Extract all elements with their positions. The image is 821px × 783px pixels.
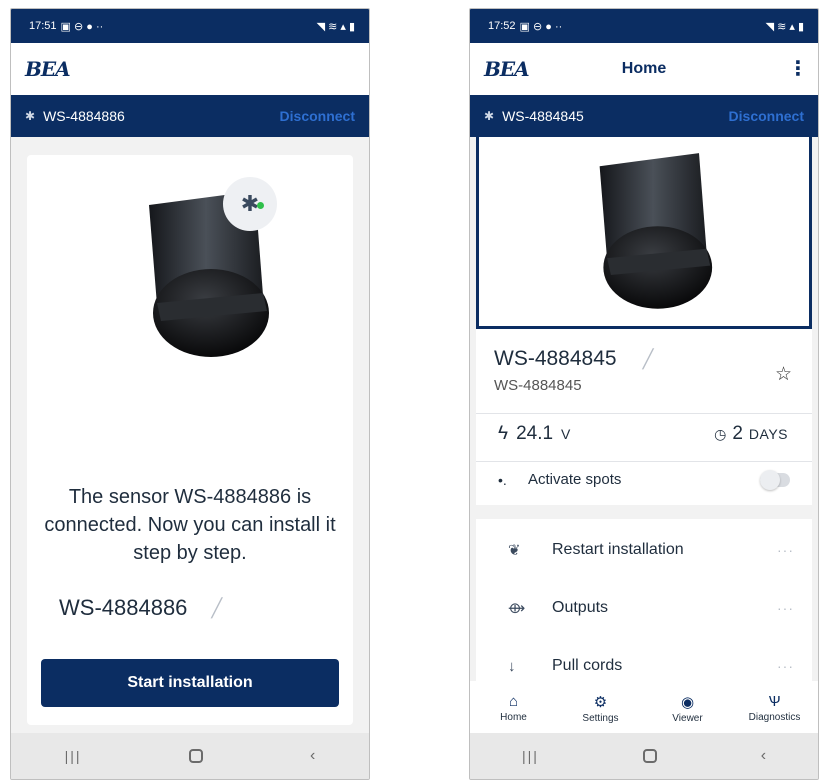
sensor-name-row: WS-4884886 ╱ bbox=[59, 595, 222, 621]
device-id: WS-4884845 bbox=[494, 377, 582, 394]
home-nav-button[interactable] bbox=[642, 749, 657, 763]
device-info-card: WS-4884845 ╱ WS-4884845 ☆ ϟ 24.1 V ◷ 2 D… bbox=[476, 329, 812, 505]
outputs-icon: ⟴ bbox=[508, 600, 526, 617]
activate-spots-label: Activate spots bbox=[528, 471, 622, 488]
menu-list: ❦ Restart installation ··· ⟴ Outputs ···… bbox=[476, 519, 812, 697]
recents-button[interactable]: ||| bbox=[65, 748, 82, 764]
bottom-tab-bar: ⌂ Home ⚙ Settings ◉ Viewer Ѱ Diagnostics bbox=[470, 681, 818, 735]
connection-bar: ✱ WS-4884886 Disconnect bbox=[11, 95, 369, 137]
bluetooth-status-badge: ✱ bbox=[223, 177, 277, 231]
android-nav-bar: ||| ‹ bbox=[470, 733, 818, 779]
status-bar: 17:51 ▣ ⊖ ● ·· ◥ ≋ ▴ ▮ bbox=[11, 9, 369, 43]
activate-spots-row: •. Activate spots bbox=[498, 469, 790, 490]
right-phone-screen: 17:52 ▣ ⊖ ● ·· ◥ ≋ ▴ ▮ BEA Home ⋮ ✱ WS-4… bbox=[469, 8, 819, 780]
spots-icon: •. bbox=[498, 471, 507, 488]
system-indicator-icons: ◥ ≋ ▴ ▮ bbox=[316, 20, 355, 33]
sensor-image bbox=[599, 153, 713, 309]
connected-device-id: WS-4884845 bbox=[502, 108, 584, 124]
app-bar: BEA bbox=[11, 43, 369, 95]
disconnect-button[interactable]: Disconnect bbox=[729, 108, 804, 124]
voltage-value: 24.1 bbox=[516, 423, 554, 444]
app-bar: BEA Home ⋮ bbox=[470, 43, 818, 95]
sensor-name: WS-4884886 bbox=[59, 595, 188, 620]
edit-name-icon[interactable]: ╱ bbox=[211, 598, 222, 619]
voltage-unit: V bbox=[561, 426, 571, 442]
edit-name-icon[interactable]: ╱ bbox=[643, 349, 654, 370]
gear-icon: ⚙ bbox=[593, 693, 608, 711]
home-icon: ⌂ bbox=[508, 693, 519, 710]
menu-item-outputs[interactable]: ⟴ Outputs ··· bbox=[476, 579, 812, 637]
menu-item-label: Restart installation bbox=[552, 541, 684, 558]
menu-item-label: Pull cords bbox=[552, 657, 623, 674]
connection-message: The sensor WS-4884886 is connected. Now … bbox=[44, 486, 336, 564]
device-hero bbox=[476, 137, 812, 329]
recents-button[interactable]: ||| bbox=[522, 748, 539, 764]
bea-logo: BEA bbox=[25, 57, 71, 81]
device-name-row: WS-4884845 ╱ bbox=[494, 347, 653, 371]
uptime-value: 2 bbox=[732, 423, 743, 444]
menu-item-restart-installation[interactable]: ❦ Restart installation ··· bbox=[476, 521, 812, 579]
tab-settings[interactable]: ⚙ Settings bbox=[557, 681, 644, 735]
power-icon: ϟ bbox=[498, 423, 509, 444]
page-title: Home bbox=[621, 60, 667, 77]
home-nav-button[interactable] bbox=[188, 749, 203, 763]
voltage-stat: ϟ 24.1 V bbox=[498, 423, 570, 445]
connected-device-id: WS-4884886 bbox=[43, 108, 125, 124]
favorite-star-icon[interactable]: ☆ bbox=[775, 363, 792, 386]
bluetooth-icon: ✱ bbox=[25, 109, 36, 123]
uptime-stat: ◷ 2 DAYS bbox=[714, 423, 788, 445]
connected-dot bbox=[257, 202, 264, 209]
status-time: 17:52 bbox=[488, 20, 516, 32]
tab-label: Settings bbox=[582, 712, 619, 724]
pull-cord-icon: ↓ bbox=[508, 657, 516, 675]
tab-diagnostics[interactable]: Ѱ Diagnostics bbox=[731, 681, 818, 735]
android-nav-bar: ||| ‹ bbox=[11, 733, 369, 779]
device-name: WS-4884845 bbox=[494, 347, 617, 370]
divider bbox=[476, 461, 812, 462]
eye-icon: ◉ bbox=[680, 693, 695, 711]
restart-icon: ❦ bbox=[508, 542, 521, 559]
more-icon[interactable]: ··· bbox=[777, 658, 794, 674]
tab-label: Diagnostics bbox=[748, 712, 801, 723]
back-button[interactable]: ‹ bbox=[761, 747, 766, 765]
tab-label: Viewer bbox=[672, 712, 703, 724]
back-button[interactable]: ‹ bbox=[310, 747, 315, 765]
uptime-unit: DAYS bbox=[748, 426, 788, 442]
notification-icons: ▣ ⊖ ● ·· bbox=[519, 20, 563, 33]
activate-spots-toggle[interactable] bbox=[760, 469, 790, 490]
tab-label: Home bbox=[500, 712, 527, 723]
status-time: 17:51 bbox=[29, 20, 57, 32]
stethoscope-icon: Ѱ bbox=[768, 693, 781, 710]
left-phone-screen: 17:51 ▣ ⊖ ● ·· ◥ ≋ ▴ ▮ BEA ✱ WS-4884886 … bbox=[10, 8, 370, 780]
more-icon[interactable]: ··· bbox=[777, 600, 794, 616]
overflow-menu-icon[interactable]: ⋮ bbox=[788, 59, 808, 79]
tab-viewer[interactable]: ◉ Viewer bbox=[644, 681, 731, 735]
tab-home[interactable]: ⌂ Home bbox=[470, 681, 557, 735]
divider bbox=[476, 413, 812, 414]
disconnect-button[interactable]: Disconnect bbox=[280, 108, 355, 124]
status-bar: 17:52 ▣ ⊖ ● ·· ◥ ≋ ▴ ▮ bbox=[470, 9, 818, 43]
system-indicator-icons: ◥ ≋ ▴ ▮ bbox=[765, 20, 804, 33]
connection-bar: ✱ WS-4884845 Disconnect bbox=[470, 95, 818, 137]
menu-item-label: Outputs bbox=[552, 599, 609, 616]
install-card: ✱ The sensor WS-4884886 is connected. No… bbox=[27, 155, 353, 725]
notification-icons: ▣ ⊖ ● ·· bbox=[60, 20, 104, 33]
start-installation-button[interactable]: Start installation bbox=[41, 659, 339, 707]
more-icon[interactable]: ··· bbox=[777, 542, 794, 558]
bluetooth-icon: ✱ bbox=[484, 109, 495, 123]
clock-icon: ◷ bbox=[714, 426, 727, 442]
